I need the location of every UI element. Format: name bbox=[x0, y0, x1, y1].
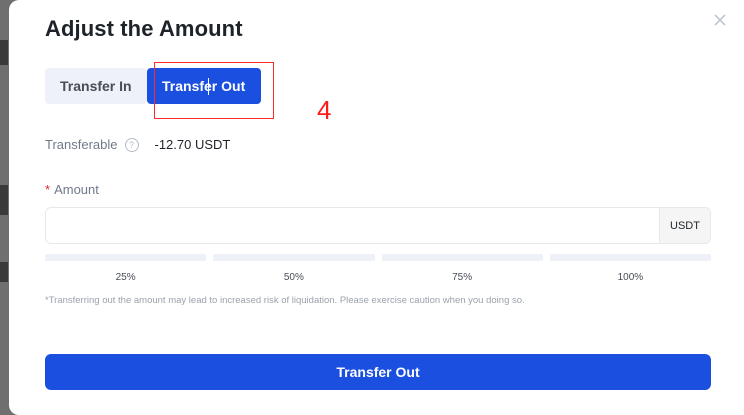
annotation-highlight-box bbox=[154, 62, 274, 119]
percent-bar bbox=[213, 254, 375, 261]
amount-label: * Amount bbox=[45, 182, 99, 197]
backdrop-fragment bbox=[0, 40, 8, 65]
adjust-amount-dialog: Adjust the Amount Transfer In Transfer O… bbox=[9, 0, 744, 415]
tab-transfer-in[interactable]: Transfer In bbox=[45, 68, 147, 104]
percent-option-100[interactable]: 100% bbox=[549, 254, 711, 283]
percent-bar bbox=[381, 254, 543, 261]
percent-option-50[interactable]: 50% bbox=[213, 254, 375, 283]
dialog-title: Adjust the Amount bbox=[45, 16, 243, 41]
transferable-label: Transferable bbox=[45, 137, 118, 152]
percent-label: 75% bbox=[452, 272, 473, 283]
amount-label-text: Amount bbox=[54, 182, 99, 197]
percent-bar bbox=[45, 254, 207, 261]
percent-option-75[interactable]: 75% bbox=[381, 254, 543, 283]
percent-bar bbox=[549, 254, 711, 261]
close-icon[interactable] bbox=[710, 10, 730, 30]
amount-input-group: USDT bbox=[45, 207, 711, 244]
transferable-value: -12.70 USDT bbox=[154, 137, 231, 152]
backdrop-fragment bbox=[0, 262, 8, 282]
percent-option-25[interactable]: 25% bbox=[45, 254, 207, 283]
transfer-out-submit-button[interactable]: Transfer Out bbox=[45, 354, 711, 390]
percent-label: 25% bbox=[115, 272, 136, 283]
percent-label: 100% bbox=[617, 272, 644, 283]
transferable-row: Transferable ? -12.70 USDT bbox=[45, 137, 230, 152]
backdrop-fragment bbox=[0, 185, 8, 215]
question-circle-icon[interactable]: ? bbox=[124, 137, 139, 152]
percent-selector: 25% 50% 75% 100% bbox=[45, 254, 711, 283]
percent-label: 50% bbox=[283, 272, 304, 283]
liquidation-warning-note: *Transferring out the amount may lead to… bbox=[45, 295, 525, 306]
amount-unit: USDT bbox=[659, 208, 710, 243]
amount-input[interactable] bbox=[46, 208, 659, 243]
annotation-step-number: 4 bbox=[317, 95, 332, 125]
required-mark: * bbox=[45, 182, 51, 197]
